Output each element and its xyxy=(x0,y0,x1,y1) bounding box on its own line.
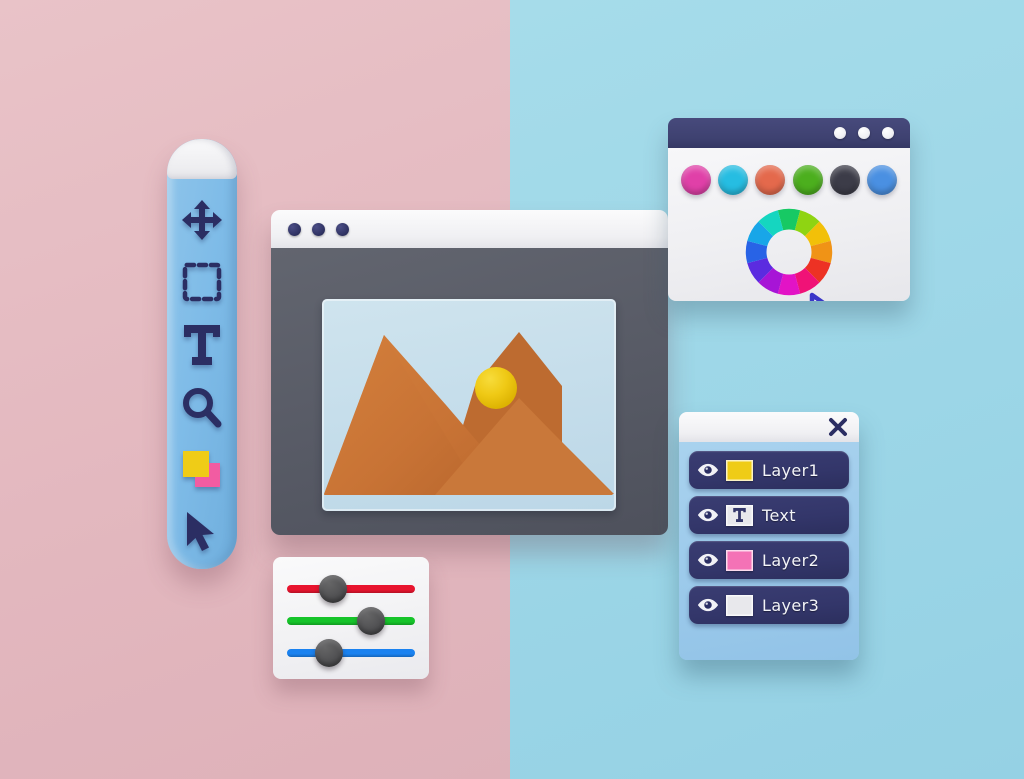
layer-thumbnail[interactable] xyxy=(726,504,753,526)
layer-row[interactable]: Text xyxy=(689,496,849,534)
color-swatch-coral[interactable] xyxy=(755,165,786,195)
slider-knob-green[interactable] xyxy=(357,607,385,635)
color-swatch-cyan[interactable] xyxy=(718,165,749,195)
rgb-sliders-panel[interactable] xyxy=(273,557,429,679)
layer-row[interactable]: Layer3 xyxy=(689,586,849,624)
move-tool-icon[interactable] xyxy=(175,193,229,247)
color-window-dot-1[interactable] xyxy=(834,127,846,139)
eye-visibility-icon[interactable] xyxy=(697,553,719,567)
layer-thumbnail[interactable] xyxy=(726,594,753,616)
color-picker-window[interactable] xyxy=(668,118,910,301)
layer-row[interactable]: Layer2 xyxy=(689,541,849,579)
eye-visibility-icon[interactable] xyxy=(697,463,719,477)
eye-visibility-icon[interactable] xyxy=(697,508,719,522)
layers-titlebar[interactable] xyxy=(679,412,859,442)
layer-name-label: Layer2 xyxy=(762,550,820,570)
color-swatch-row xyxy=(681,165,897,195)
hue-wheel-icon[interactable] xyxy=(744,207,834,297)
layers-list: Layer1 Text Layer2 Layer3 xyxy=(679,442,859,660)
text-tool-icon[interactable] xyxy=(175,318,229,372)
slider-knob-blue[interactable] xyxy=(315,639,343,667)
shapes-tool-icon[interactable] xyxy=(175,442,229,496)
layer-row[interactable]: Layer1 xyxy=(689,451,849,489)
color-window-titlebar[interactable] xyxy=(668,118,910,148)
color-swatch-magenta[interactable] xyxy=(681,165,711,195)
main-window-body xyxy=(271,248,668,535)
layer-name-label: Text xyxy=(762,505,796,525)
slider-track-blue[interactable] xyxy=(287,649,415,657)
image-editor-window[interactable] xyxy=(271,210,668,535)
close-icon[interactable] xyxy=(828,417,848,437)
layer-name-label: Layer3 xyxy=(762,595,820,615)
slider-track-green[interactable] xyxy=(287,617,415,625)
window-dot-1[interactable] xyxy=(288,222,301,236)
eye-visibility-icon[interactable] xyxy=(697,598,719,612)
scene-root: Layer1 Text Layer2 Layer3 xyxy=(0,0,1024,779)
marquee-select-icon[interactable] xyxy=(175,255,229,309)
window-dot-3[interactable] xyxy=(336,222,349,236)
text-layer-icon xyxy=(733,508,746,522)
color-swatch-charcoal[interactable] xyxy=(829,165,860,195)
layers-panel[interactable]: Layer1 Text Layer2 Layer3 xyxy=(679,412,859,660)
window-dot-2[interactable] xyxy=(312,222,325,236)
arrow-cursor-icon[interactable] xyxy=(175,505,229,559)
color-window-dot-3[interactable] xyxy=(882,127,894,139)
color-swatch-blue[interactable] xyxy=(866,165,897,195)
image-canvas[interactable] xyxy=(322,299,616,511)
slider-track-red[interactable] xyxy=(287,585,415,593)
layer-thumbnail[interactable] xyxy=(726,549,753,571)
slider-knob-red[interactable] xyxy=(319,575,347,603)
color-window-dot-2[interactable] xyxy=(858,127,870,139)
layer-thumbnail[interactable] xyxy=(726,459,753,481)
main-window-titlebar[interactable] xyxy=(271,210,668,248)
color-swatch-green[interactable] xyxy=(792,165,823,195)
color-window-body xyxy=(668,148,910,301)
layer-name-label: Layer1 xyxy=(762,460,820,480)
magnifier-icon[interactable] xyxy=(175,380,229,434)
tools-palette[interactable] xyxy=(167,139,237,569)
toolbar-tool-list xyxy=(167,183,237,569)
